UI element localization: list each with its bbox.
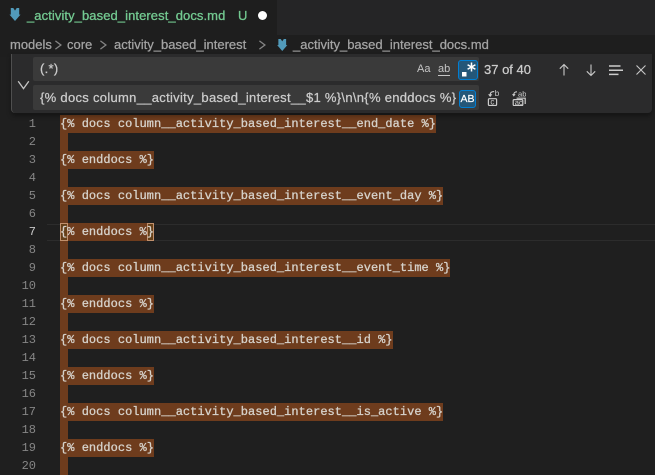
- svg-text:b: b: [495, 90, 499, 98]
- svg-text:ac: ac: [515, 98, 523, 106]
- svg-text:c: c: [490, 98, 494, 106]
